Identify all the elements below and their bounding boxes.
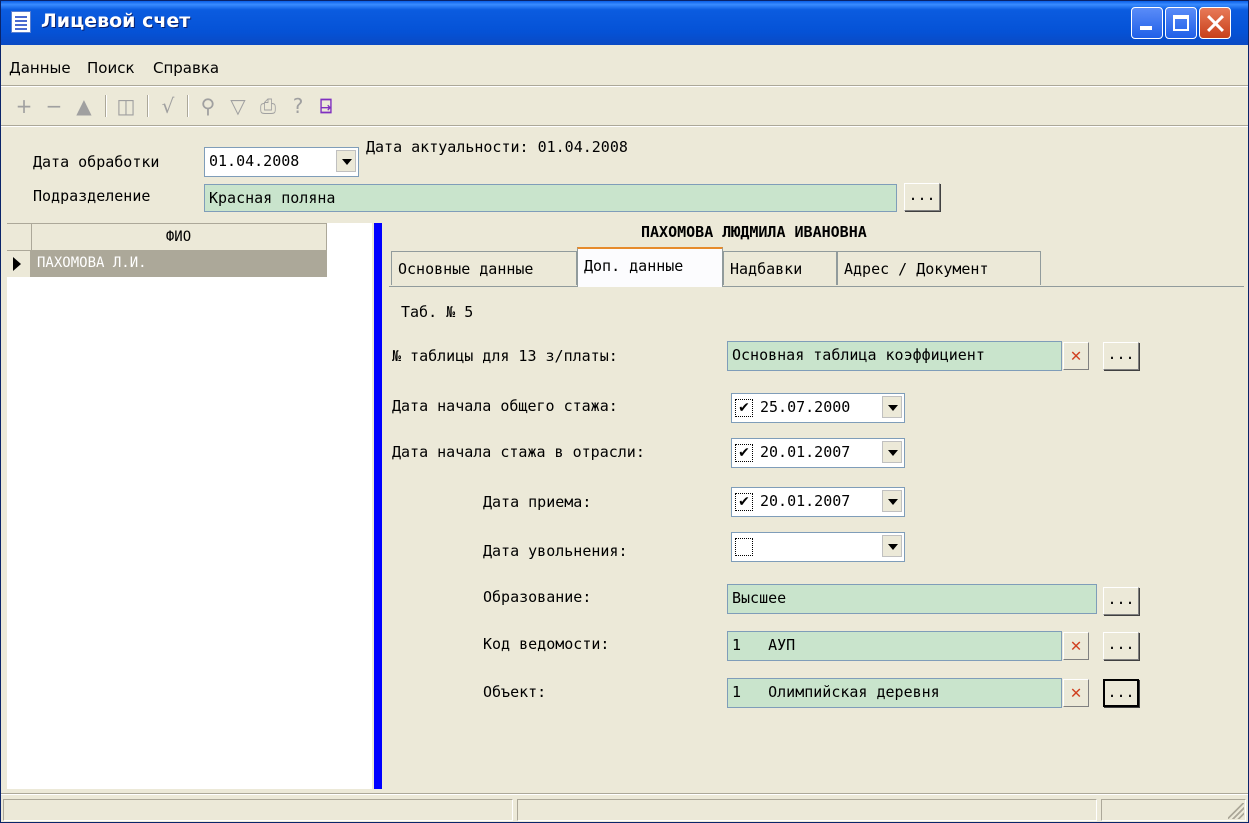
chevron-down-icon[interactable]	[336, 150, 356, 172]
up-icon[interactable]: ▲	[71, 93, 97, 119]
table13-ellipsis-button[interactable]: ...	[1103, 342, 1139, 370]
binoculars-icon[interactable]: ⚲	[195, 93, 221, 119]
menu-search[interactable]: Поиск	[87, 59, 135, 77]
chevron-down-icon[interactable]	[882, 396, 902, 418]
check-icon[interactable]: √	[155, 93, 181, 119]
title-bar[interactable]: Лицевой счет	[1, 1, 1248, 45]
industry-exp-label: Дата начала стажа в отрасли:	[392, 443, 645, 461]
object-ellipsis-button[interactable]: ...	[1103, 679, 1139, 707]
education-label: Образование:	[483, 588, 592, 606]
app-icon[interactable]	[11, 11, 31, 33]
tab-allowances[interactable]: Надбавки	[723, 251, 837, 285]
exit-icon[interactable]: ⍈	[313, 93, 339, 119]
clear-statement-icon[interactable]: ✕	[1063, 632, 1089, 660]
total-exp-field[interactable]: ✔ 25.07.2000	[731, 393, 905, 423]
total-exp-checkbox[interactable]: ✔	[735, 399, 753, 417]
tab-main-data[interactable]: Основные данные	[391, 251, 577, 285]
chevron-down-icon[interactable]	[882, 441, 902, 463]
dismiss-label: Дата увольнения:	[483, 542, 628, 560]
processing-date-value: 01.04.2008	[209, 152, 300, 170]
hire-date-value: 20.01.2007	[760, 492, 851, 510]
tab-number: Таб. № 5	[401, 303, 474, 321]
menu-bar: Данные Поиск Справка	[1, 51, 1248, 85]
tab-address-document[interactable]: Адрес / Документ	[837, 251, 1041, 285]
chevron-down-icon[interactable]	[882, 535, 902, 557]
status-panel-2	[517, 799, 1097, 821]
grid-cell-fio[interactable]: ПАХОМОВА Л.И.	[37, 255, 147, 271]
division-field[interactable]: Красная поляна	[204, 184, 897, 212]
industry-exp-checkbox[interactable]: ✔	[735, 444, 753, 462]
toolbar: + − ▲ ◫ √ ⚲ ▽ ⎙ ? ⍈	[1, 87, 1248, 125]
grid-column-fio[interactable]: ФИО	[31, 229, 326, 245]
status-panel-1	[3, 799, 513, 821]
hire-label: Дата приема:	[483, 493, 592, 511]
main-window: Лицевой счет Данные Поиск Справка + − ▲ …	[0, 0, 1249, 823]
menu-help[interactable]: Справка	[153, 59, 219, 77]
dismiss-checkbox[interactable]	[735, 538, 753, 556]
statement-label: Код ведомости:	[483, 635, 610, 653]
minus-icon[interactable]: −	[41, 93, 67, 119]
book-icon[interactable]: ◫	[113, 93, 139, 119]
toolbar-separator	[105, 95, 107, 117]
table13-field[interactable]: Основная таблица коэффициент	[727, 341, 1062, 371]
division-label: Подразделение	[33, 187, 151, 205]
statement-field[interactable]: 1 АУП	[727, 631, 1062, 661]
status-panel-3	[1101, 799, 1246, 821]
hire-checkbox[interactable]: ✔	[735, 493, 753, 511]
resize-grip-icon[interactable]	[1228, 803, 1244, 819]
toolbar-separator	[147, 95, 149, 117]
industry-exp-value: 20.01.2007	[760, 443, 851, 461]
employee-grid: ФИО ПАХОМОВА Л.И.	[7, 223, 372, 789]
filter-icon[interactable]: ▽	[225, 93, 251, 119]
help-icon[interactable]: ?	[285, 93, 311, 119]
table13-label: № таблицы для 13 з/платы:	[392, 347, 618, 365]
object-label: Объект:	[483, 683, 547, 701]
object-field[interactable]: 1 Олимпийская деревня	[727, 678, 1062, 708]
chevron-down-icon[interactable]	[882, 490, 902, 512]
processing-date-label: Дата обработки	[33, 153, 160, 171]
clear-object-icon[interactable]: ✕	[1063, 679, 1089, 707]
education-ellipsis-button[interactable]: ...	[1103, 587, 1139, 615]
industry-exp-field[interactable]: ✔ 20.01.2007	[731, 438, 905, 468]
grid-header: ФИО	[7, 223, 327, 251]
statement-ellipsis-button[interactable]: ...	[1103, 632, 1139, 660]
plus-icon[interactable]: +	[11, 93, 37, 119]
total-exp-label: Дата начала общего стажа:	[392, 397, 618, 415]
actual-date-text: Дата актуальности: 01.04.2008	[366, 138, 628, 156]
total-exp-value: 25.07.2000	[760, 398, 851, 416]
close-button[interactable]	[1199, 7, 1231, 39]
division-ellipsis-button[interactable]: ...	[904, 183, 940, 211]
toolbar-separator	[187, 95, 189, 117]
hire-date-field[interactable]: ✔ 20.01.2007	[731, 487, 905, 517]
window-title: Лицевой счет	[41, 10, 191, 32]
tab-extra-data[interactable]: Доп. данные	[577, 247, 723, 287]
menu-data[interactable]: Данные	[9, 59, 71, 77]
printer-icon[interactable]: ⎙	[255, 93, 281, 119]
status-bar	[1, 795, 1248, 823]
minimize-button[interactable]	[1131, 7, 1163, 39]
processing-date-field[interactable]: 01.04.2008	[204, 147, 359, 177]
toolbar-divider	[1, 125, 1248, 127]
dismiss-date-field[interactable]	[731, 532, 905, 562]
clear-table13-icon[interactable]: ✕	[1063, 342, 1089, 370]
education-field[interactable]: Высшее	[727, 584, 1097, 614]
table-row[interactable]: ПАХОМОВА Л.И.	[7, 251, 327, 277]
grid-header-indicator	[7, 224, 32, 251]
maximize-button[interactable]	[1165, 7, 1197, 39]
row-pointer-icon	[7, 251, 31, 277]
person-name: ПАХОМОВА ЛЮДМИЛА ИВАНОВНА	[641, 223, 867, 241]
panel-splitter[interactable]	[374, 223, 382, 789]
